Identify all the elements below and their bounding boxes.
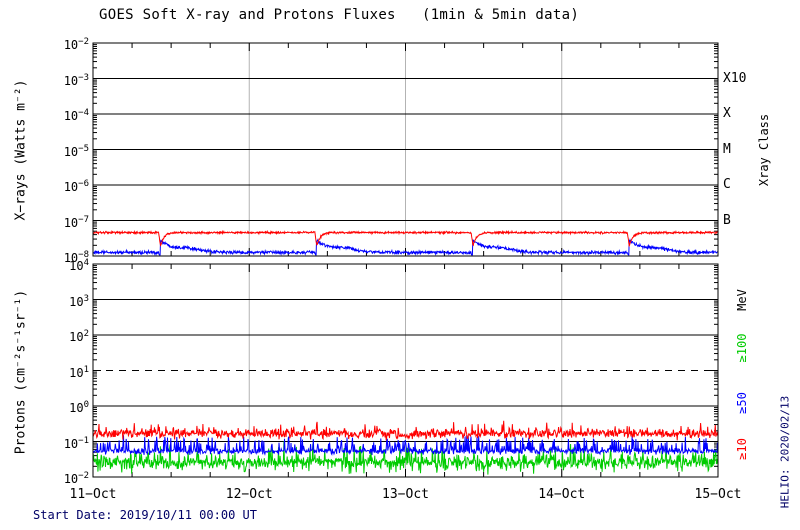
y-tick-label-protons: 104 [69, 258, 89, 273]
xray-class-label-x10: X10 [723, 70, 747, 86]
y-tick-label-xray: 10−7 [63, 214, 89, 230]
proton-axis-title: Protons (cm⁻²s⁻¹sr⁻¹) [13, 289, 29, 455]
xray-axis-title: X−rays (Watts m⁻²) [13, 79, 29, 221]
goes-flux-plot: GOES Soft X-ray and Protons Fluxes (1min… [0, 0, 800, 530]
y-tick-label-protons: 10−2 [63, 471, 89, 486]
panel-protons [92, 263, 719, 478]
mev-axis-title: MeV [735, 289, 749, 311]
y-tick-label-protons: 103 [69, 293, 89, 309]
x-tick-label: 12−Oct [225, 487, 273, 502]
xray-class-axis-title: Xray Class [757, 113, 771, 187]
flux-chart-canvas [92, 42, 719, 478]
start-date-label: Start Date: 2019/10/11 00:00 UT [33, 508, 257, 522]
xray-class-label-c: C [723, 177, 731, 192]
y-tick-label-protons: 100 [69, 400, 89, 415]
y-tick-label-xray: 10−2 [63, 37, 89, 52]
x-tick-label: 11−Oct [69, 487, 117, 502]
y-tick-label-protons: 102 [69, 329, 89, 344]
y-tick-label-xray: 10−5 [63, 143, 89, 159]
xray-class-label-x: X [723, 106, 731, 121]
y-tick-label-xray: 10−3 [63, 72, 89, 88]
xray-class-label-m: M [723, 141, 731, 157]
xray-class-label-b: B [723, 212, 731, 228]
panel-xray [92, 42, 719, 257]
y-tick-label-xray: 10−4 [63, 108, 89, 123]
y-tick-label-protons: 101 [69, 364, 89, 380]
proton-ge50-label: ≥50 [735, 392, 749, 414]
x-tick-label: 15−Oct [694, 487, 742, 502]
x-tick-label: 14−Oct [538, 487, 586, 502]
y-tick-label-xray: 10−6 [63, 179, 89, 194]
proton-ge10-label: ≥10 [735, 438, 749, 460]
x-tick-label: 13−Oct [382, 487, 429, 502]
proton-ge100-label: ≥100 [735, 333, 749, 363]
helio-date-stamp: HELIO: 2020/02/13 [778, 395, 792, 509]
y-tick-label-protons: 10−1 [63, 435, 89, 451]
